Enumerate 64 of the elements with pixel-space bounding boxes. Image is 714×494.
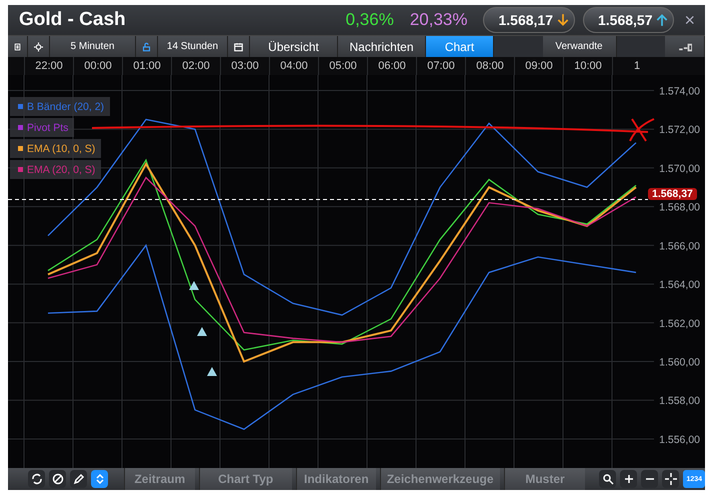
draw-button[interactable] [70, 470, 87, 488]
legend-label: EMA (20, 0, S) [27, 164, 96, 176]
search-icon [602, 473, 614, 485]
tab[interactable]: Chart [426, 36, 494, 57]
lock-button[interactable] [136, 36, 158, 57]
price-label: 1.566,00 [659, 240, 700, 252]
price-label: 1.568,00 [659, 202, 700, 214]
menu-button[interactable]: Zeitraum [124, 468, 195, 490]
crosshair-button[interactable] [662, 470, 680, 488]
close-button[interactable]: × [682, 10, 697, 31]
no-entry-icon [52, 473, 64, 485]
plus-icon [622, 473, 635, 485]
interval-button[interactable]: 5 Minuten [50, 36, 136, 57]
legend-item[interactable]: Pivot Pts [10, 118, 74, 137]
price-label: 1.562,00 [659, 318, 700, 330]
menu-button[interactable]: Indikatoren [296, 468, 376, 490]
crosshair-icon [664, 473, 677, 485]
pencil-icon [72, 473, 84, 485]
price-label: 1.574,00 [659, 86, 700, 98]
related-button[interactable]: Verwandte [542, 36, 616, 57]
legend-item[interactable]: EMA (10, 0, S) [10, 139, 102, 158]
triangle-marker-icon [207, 367, 217, 376]
price-label: 1.560,00 [659, 356, 700, 369]
change-percent: 0,36% [346, 10, 394, 30]
settings-button[interactable] [28, 36, 50, 57]
refresh-button[interactable] [28, 470, 45, 488]
refresh-icon [30, 473, 42, 485]
price-label: 1.572,00 [659, 124, 700, 136]
calendar-button[interactable] [228, 36, 250, 57]
tab[interactable]: Übersicht [250, 36, 338, 57]
window-title: Gold - Cash [19, 9, 127, 32]
price-label: 1.570,00 [659, 162, 700, 175]
zoom-in-button[interactable] [620, 470, 638, 488]
legend-label: EMA (10, 0, S) [27, 142, 96, 154]
arrow-up-icon [655, 13, 670, 28]
up-down-icon [94, 473, 106, 485]
range-button[interactable]: 14 Stunden [158, 36, 228, 57]
legend-item[interactable]: EMA (20, 0, S) [10, 160, 102, 179]
ask-price-button[interactable]: 1.568,57 [582, 7, 674, 34]
triangle-marker-icon [197, 327, 207, 336]
volatility-percent: 20,33% [410, 10, 468, 30]
toggle-button[interactable] [91, 470, 108, 488]
search-button[interactable] [599, 470, 616, 488]
price-label: 1.558,00 [659, 395, 700, 408]
current-price-tag: 1.568,37 [648, 188, 697, 200]
bid-price-button[interactable]: 1.568,17 [483, 7, 575, 34]
price-label: 1.556,00 [659, 434, 700, 446]
calendar-icon [234, 40, 243, 53]
clear-button[interactable] [49, 470, 66, 488]
legend-item[interactable]: B Bänder (20, 2) [10, 97, 110, 116]
triangle-marker-icon [189, 281, 199, 290]
menu-button[interactable]: Zeichenwerkzeuge [380, 468, 500, 490]
window-layout-button[interactable] [665, 36, 705, 57]
zoom-out-button[interactable] [641, 470, 658, 488]
price-label: 1.564,00 [659, 279, 700, 292]
list-button[interactable] [8, 36, 28, 57]
arrow-down-icon [556, 13, 570, 28]
list-icon [14, 40, 21, 53]
legend-label: B Bänder (20, 2) [27, 100, 104, 112]
tab[interactable]: Nachrichten [338, 36, 426, 57]
menu-button[interactable]: Chart Typ [198, 468, 292, 490]
menu-button[interactable]: Muster [504, 468, 586, 490]
lock-icon [142, 40, 151, 53]
legend-label: Pivot Pts [27, 122, 68, 134]
